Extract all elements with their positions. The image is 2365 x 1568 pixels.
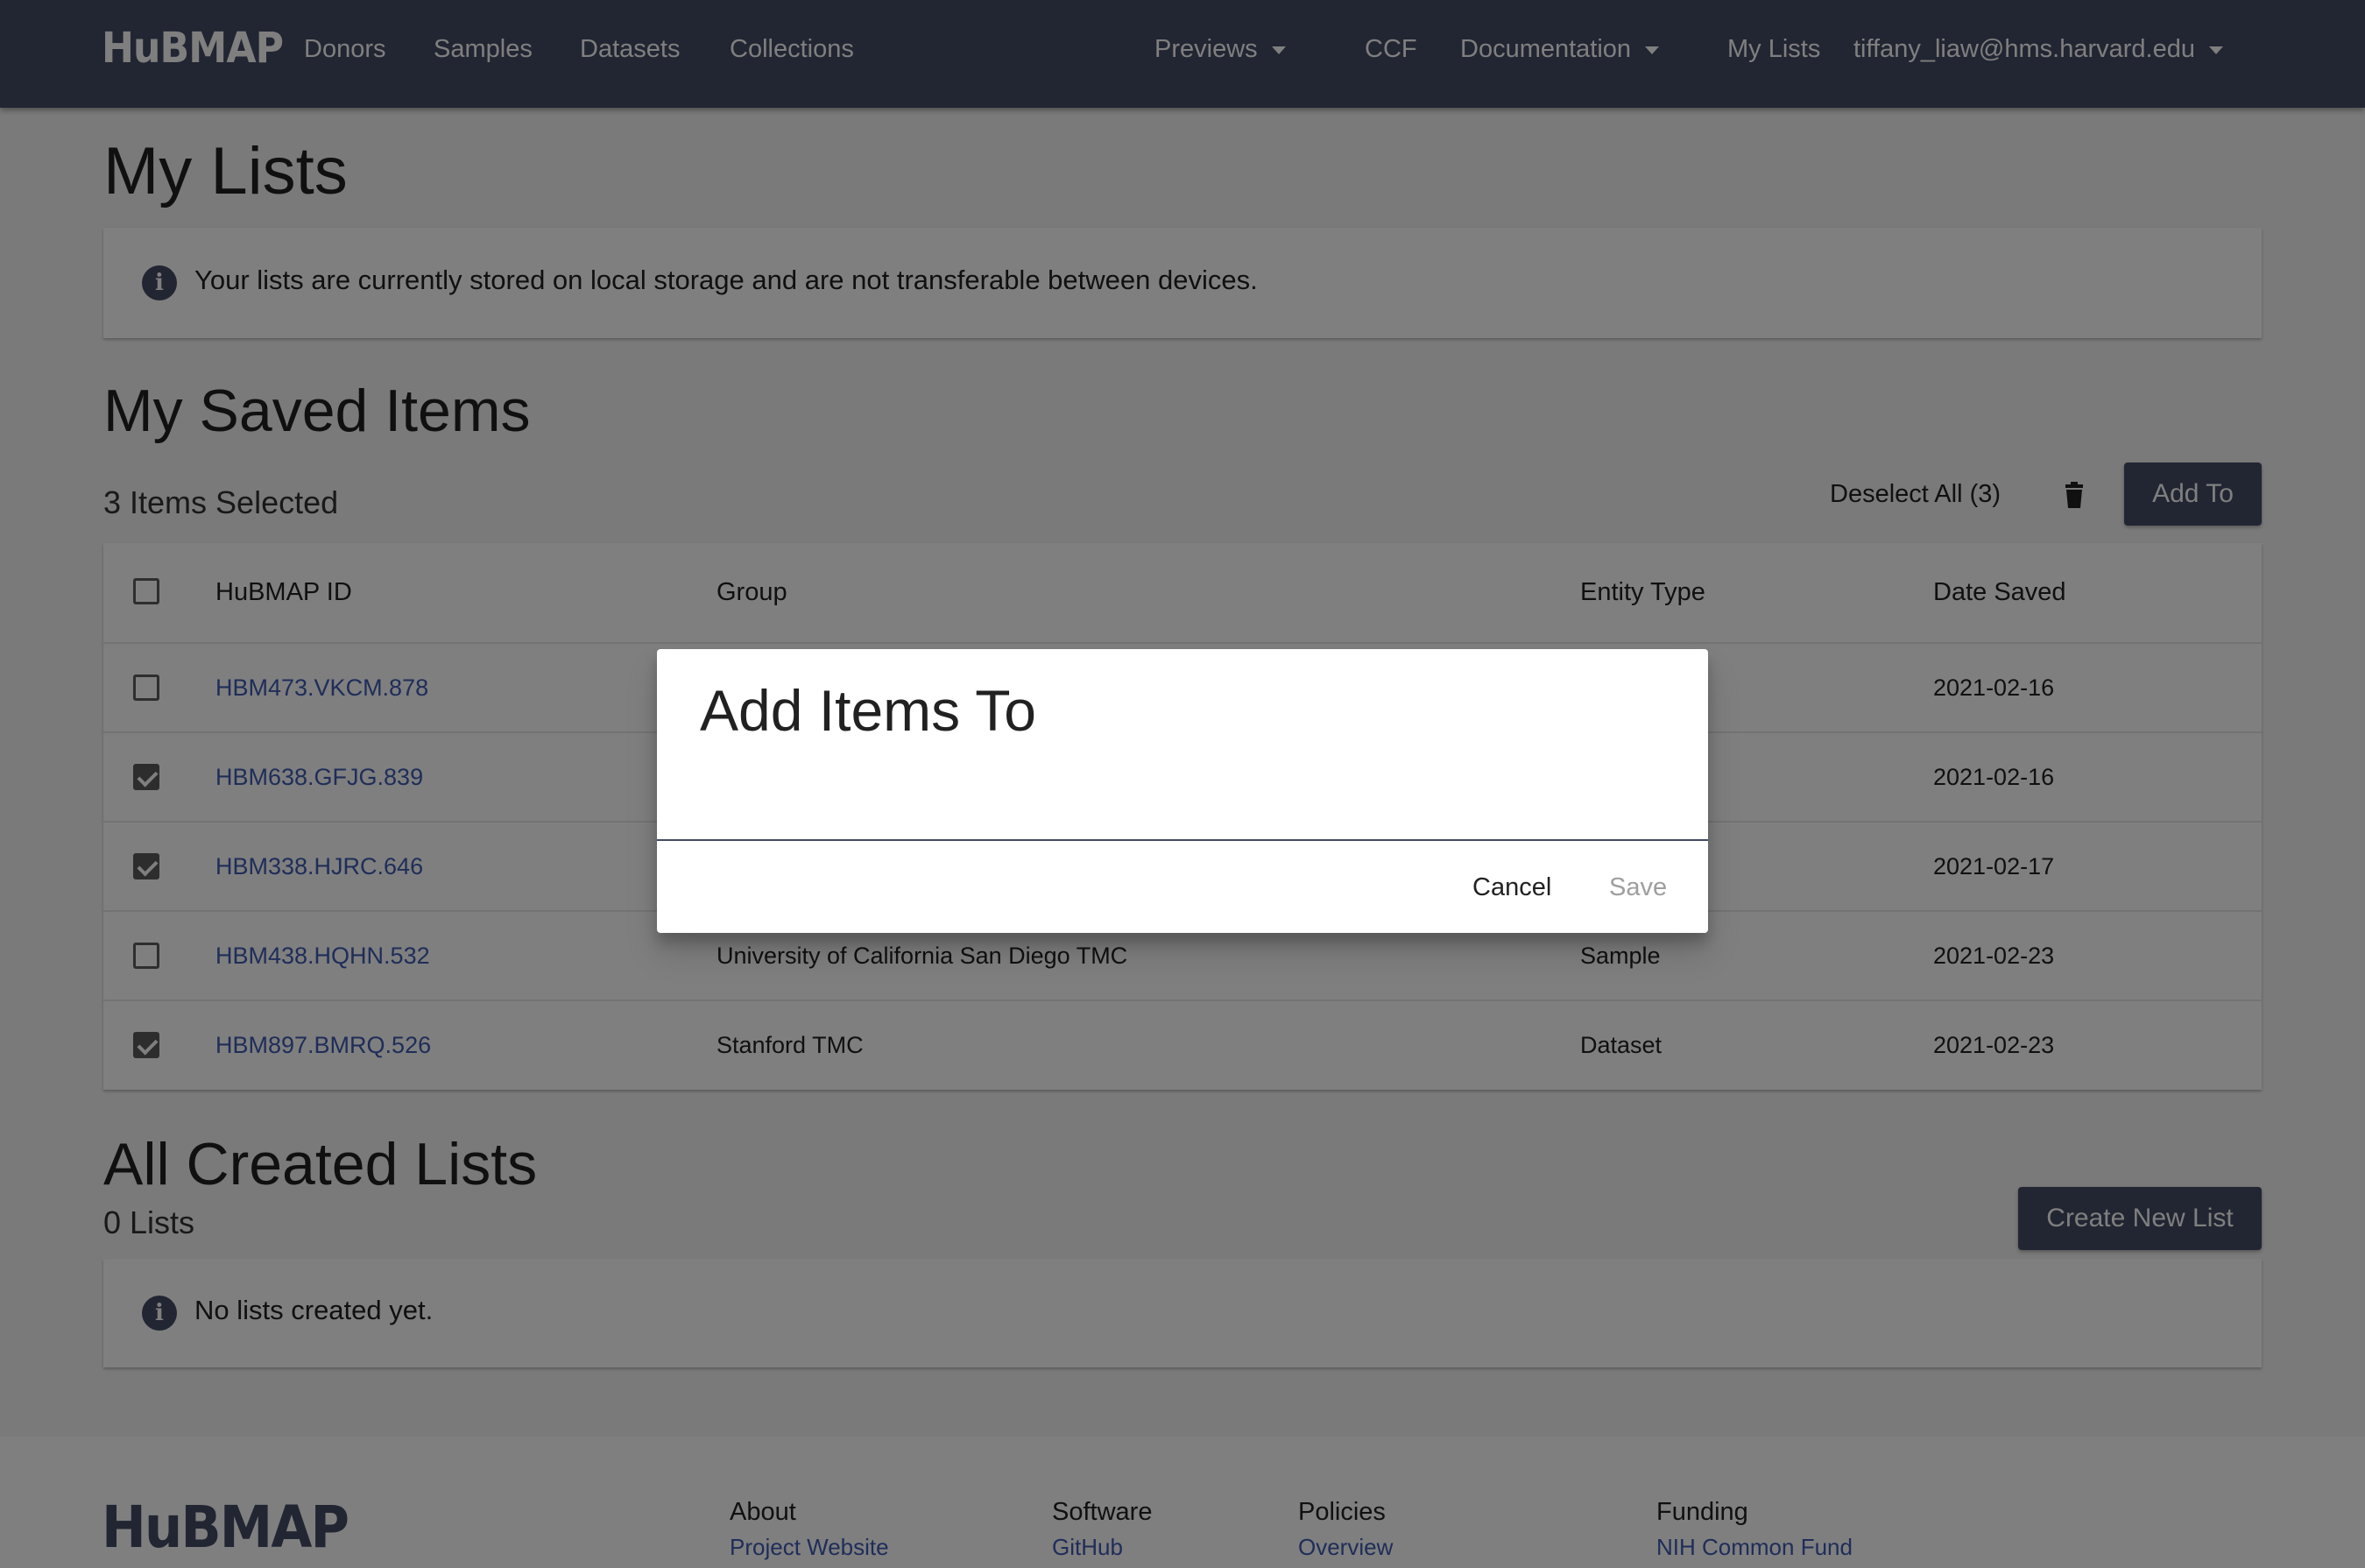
save-button[interactable]: Save: [1609, 873, 1667, 902]
dialog-title: Add Items To: [700, 678, 1036, 743]
cancel-button[interactable]: Cancel: [1472, 873, 1551, 902]
dialog-divider: [657, 839, 1708, 841]
add-items-dialog: Add Items To Cancel Save: [657, 649, 1708, 933]
